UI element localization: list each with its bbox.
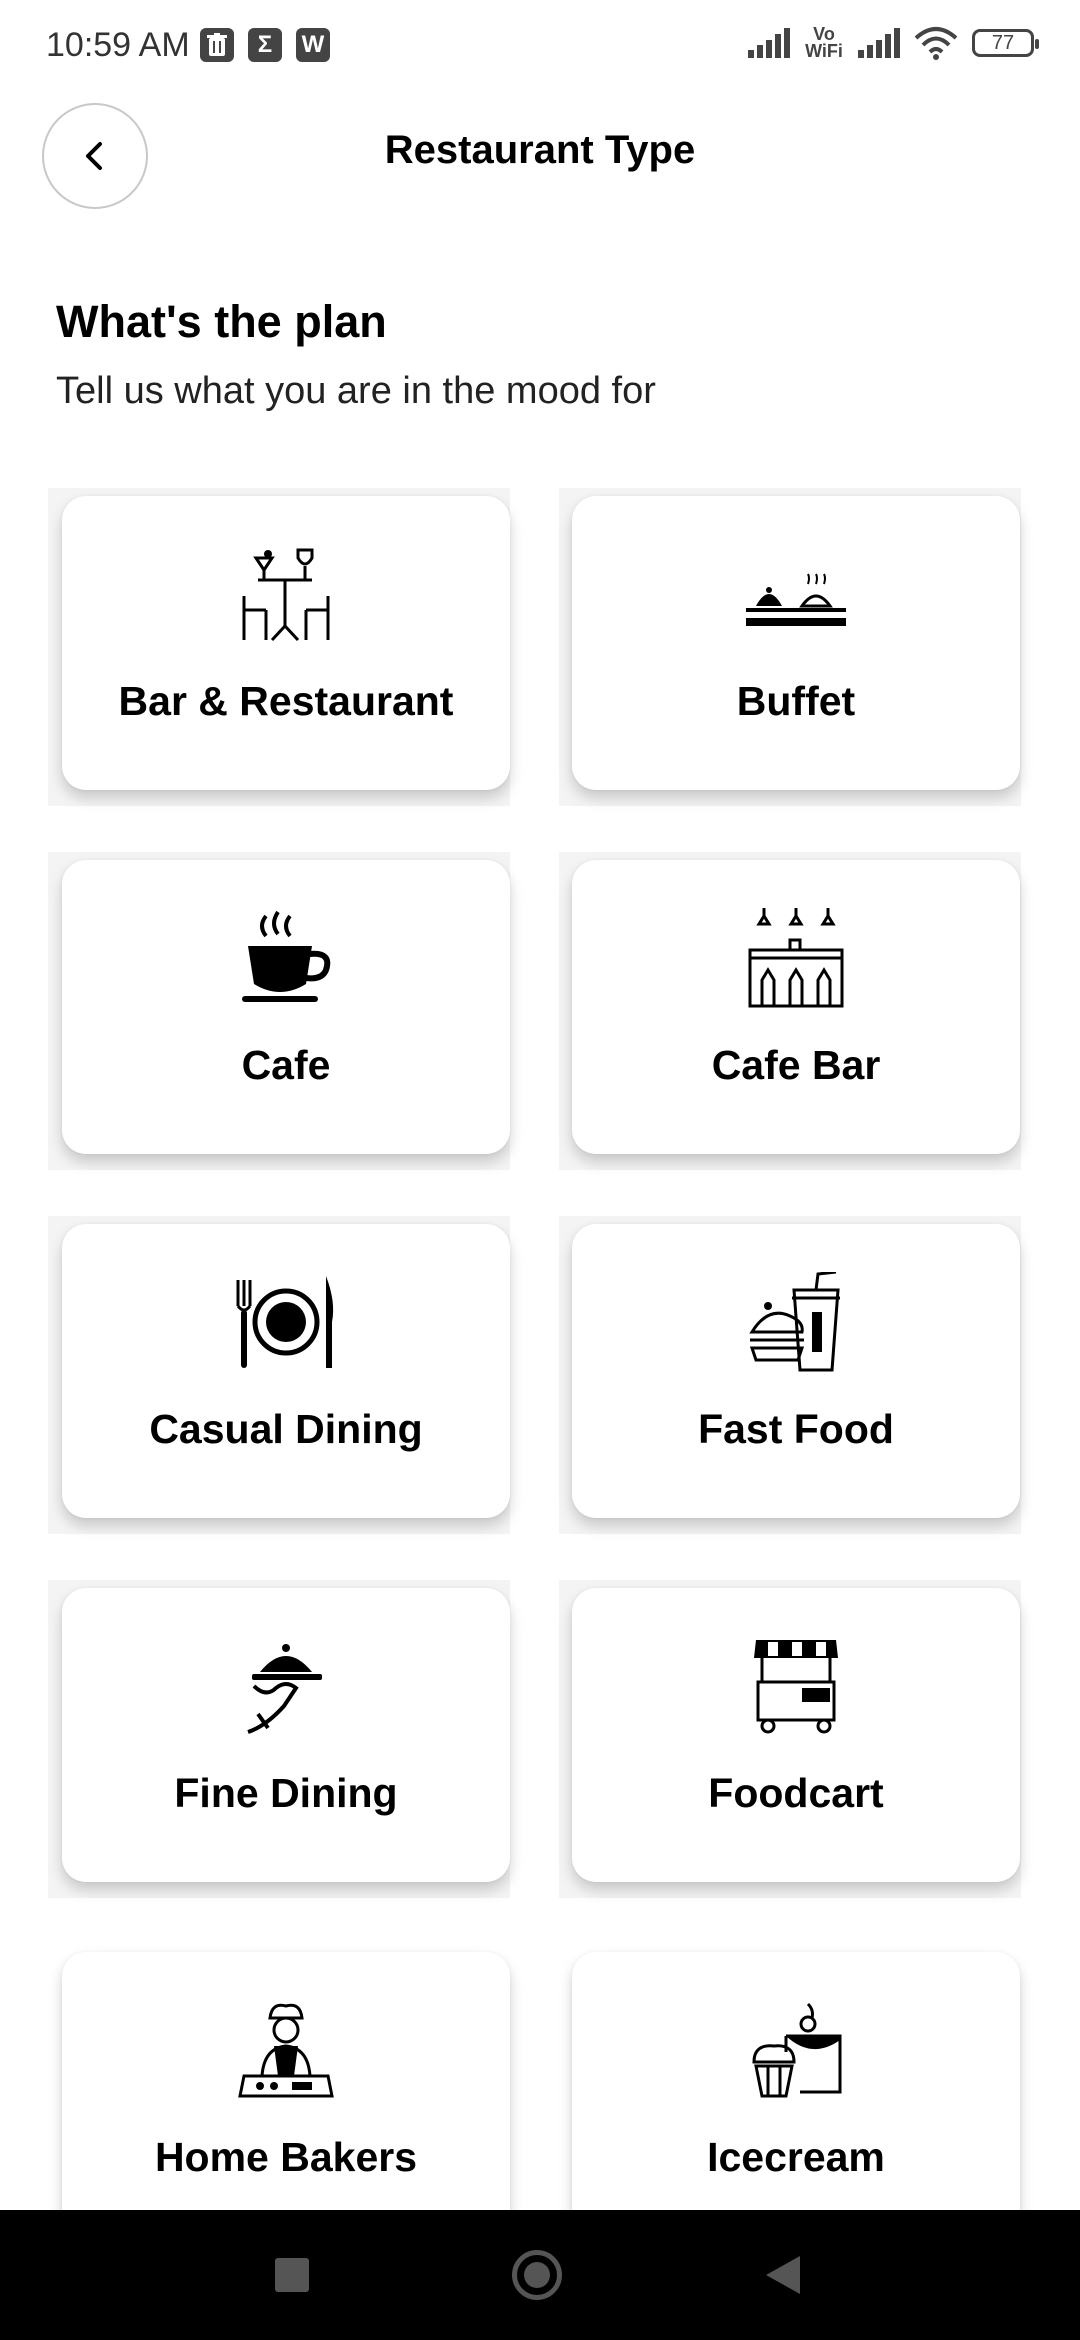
status-notification-icons: Σ W xyxy=(200,28,330,62)
card-label: Foodcart xyxy=(708,1770,884,1816)
bar-table-icon xyxy=(242,548,330,642)
restaurant-type-card-fast-food[interactable]: Fast Food xyxy=(572,1224,1020,1518)
plate-cutlery-icon xyxy=(236,1276,334,1368)
card-label: Fast Food xyxy=(698,1406,894,1452)
restaurant-type-card-buffet[interactable]: Buffet xyxy=(572,496,1020,790)
signal-icon-2 xyxy=(858,28,900,58)
recent-apps-icon[interactable] xyxy=(275,2258,309,2292)
status-time: 10:59 AM xyxy=(46,26,190,64)
card-label: Cafe xyxy=(241,1042,331,1088)
trash-icon xyxy=(200,28,234,62)
card-label: Home Bakers xyxy=(154,2134,418,2180)
food-cart-icon xyxy=(754,1640,838,1734)
home-icon[interactable] xyxy=(512,2250,562,2300)
status-bar: 10:59 AM Σ W Vo WiFi 77 xyxy=(0,0,1080,96)
dessert-icon xyxy=(752,2002,842,2098)
system-nav-bar xyxy=(0,2210,1080,2340)
wifi-icon xyxy=(914,27,958,60)
restaurant-type-card-foodcart[interactable]: Foodcart xyxy=(572,1588,1020,1882)
wps-icon: W xyxy=(296,28,330,62)
restaurant-type-card-casual-dining[interactable]: Casual Dining xyxy=(62,1224,510,1518)
card-label: Fine Dining xyxy=(174,1770,398,1816)
page-title: Restaurant Type xyxy=(384,128,696,172)
vowifi-label: Vo WiFi xyxy=(805,24,843,61)
card-label: Icecream xyxy=(707,2134,885,2180)
sigma-icon: Σ xyxy=(248,28,282,62)
restaurant-type-card-bar-restaurant[interactable]: Bar & Restaurant xyxy=(62,496,510,790)
restaurant-type-card-cafe[interactable]: Cafe xyxy=(62,860,510,1154)
battery-icon: 77 xyxy=(972,29,1039,57)
cloche-icon xyxy=(247,1644,322,1734)
restaurant-type-card-fine-dining[interactable]: Fine Dining xyxy=(62,1588,510,1882)
coffee-cup-icon xyxy=(242,910,331,1002)
baker-icon xyxy=(238,2003,334,2098)
restaurant-type-card-cafe-bar[interactable]: Cafe Bar xyxy=(572,860,1020,1154)
cafe-bar-icon xyxy=(748,908,844,1008)
status-system-icons: Vo WiFi 77 xyxy=(748,24,1039,61)
card-label: Casual Dining xyxy=(149,1406,423,1452)
plan-subtitle: Tell us what you are in the mood for xyxy=(56,370,656,412)
restaurant-type-card-icecream[interactable]: Icecream xyxy=(572,1952,1020,2246)
burger-drink-icon xyxy=(749,1272,840,1372)
plan-heading: What's the plan xyxy=(56,296,387,347)
signal-icon xyxy=(748,28,790,58)
card-label: Buffet xyxy=(736,678,856,724)
card-label: Cafe Bar xyxy=(711,1042,881,1088)
buffet-icon xyxy=(746,573,846,626)
restaurant-type-card-home-bakers[interactable]: Home Bakers xyxy=(62,1952,510,2246)
back-icon[interactable] xyxy=(766,2256,800,2294)
card-label: Bar & Restaurant xyxy=(118,678,454,724)
